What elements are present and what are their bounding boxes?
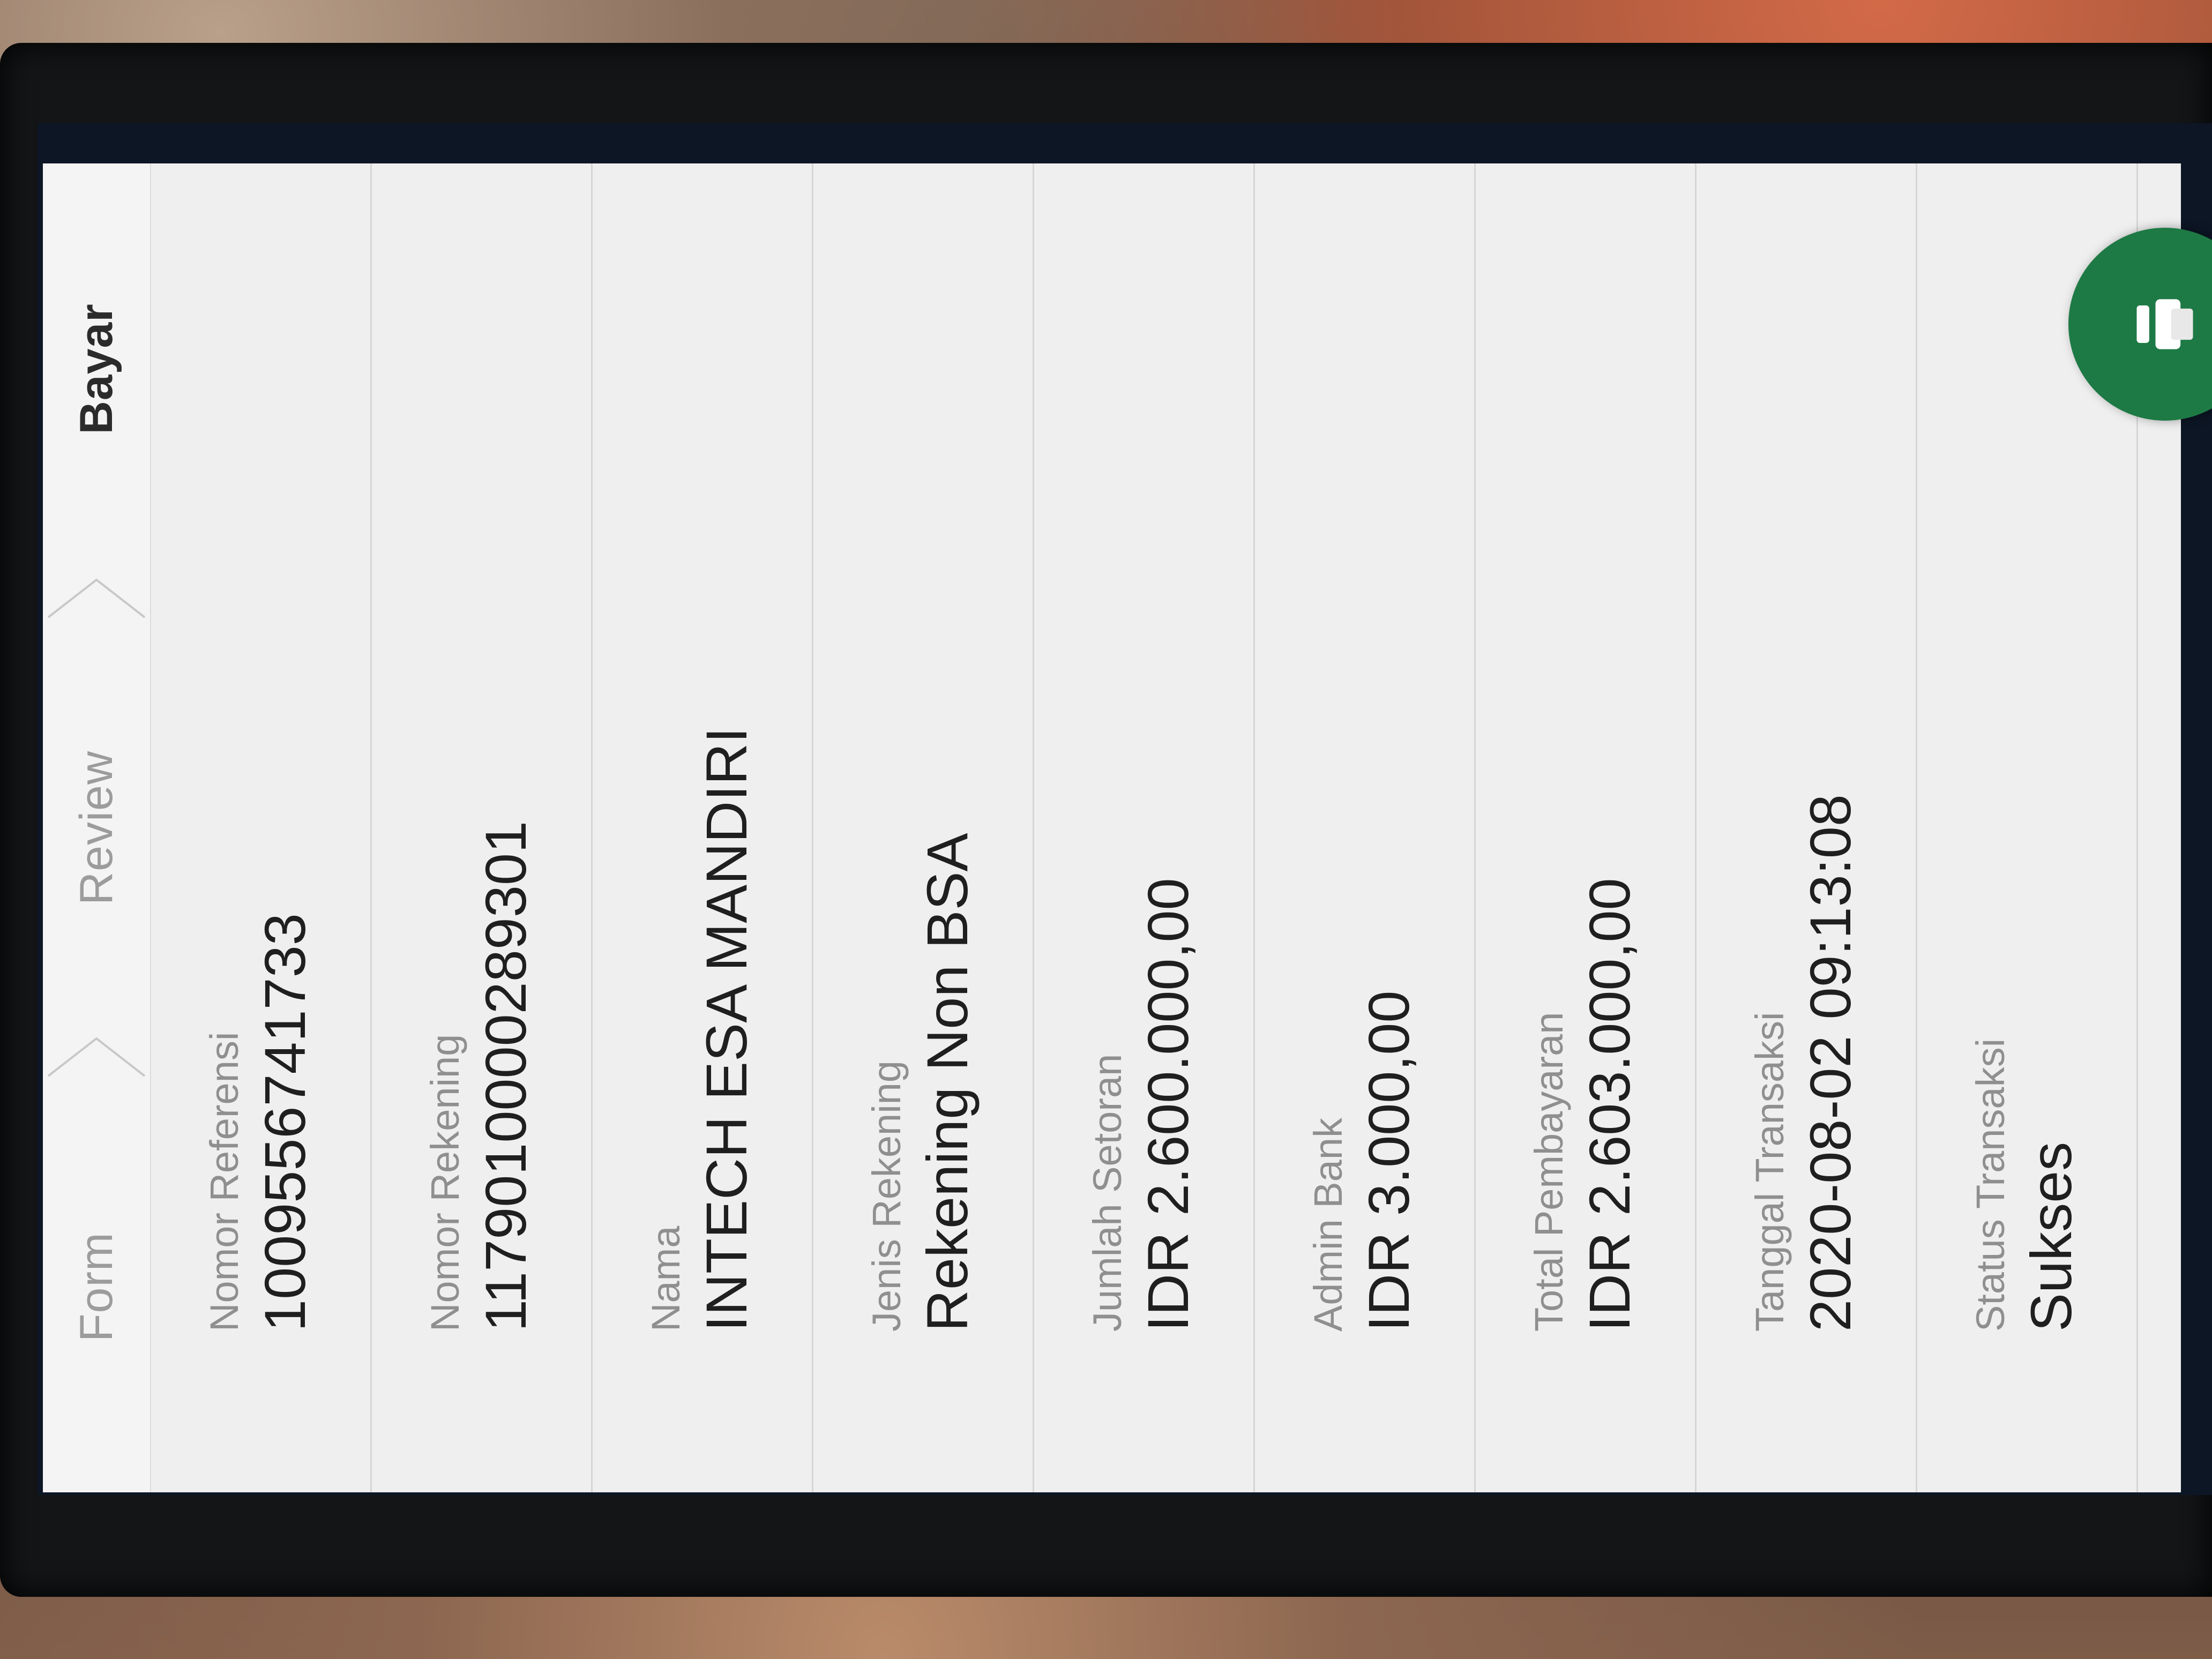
- detail-label: Admin Bank: [1306, 1118, 1350, 1332]
- detail-label: Nomor Referensi: [202, 1032, 246, 1332]
- detail-value: IDR 2.603.000,00: [1577, 878, 1642, 1332]
- detail-label: Total Pembayaran: [1527, 1012, 1571, 1332]
- detail-value: IDR 2.600.000,00: [1135, 878, 1200, 1332]
- detail-label: Tanggal Transaksi: [1747, 1012, 1792, 1332]
- detail-row-nama: Nama INTECH ESA MANDIRI: [593, 163, 813, 1492]
- app-screen: Form Review Bayar Nomor Referensi 100955…: [43, 163, 2212, 1492]
- chevron-right-icon: [43, 1033, 150, 1081]
- detail-value: 2020-08-02 09:13:08: [1798, 794, 1863, 1332]
- detail-value: 1009556741733: [252, 913, 317, 1332]
- detail-label: Nomor Rekening: [423, 1034, 467, 1332]
- detail-row-tanggal-transaksi: Tanggal Transaksi 2020-08-02 09:13:08: [1697, 163, 1917, 1492]
- detail-value: IDR 3.000,00: [1356, 990, 1421, 1332]
- step-bayar[interactable]: Bayar: [70, 163, 123, 574]
- detail-label: Jenis Rekening: [864, 1060, 909, 1332]
- detail-label: Jumlah Setoran: [1085, 1053, 1130, 1332]
- transaction-details: Nomor Referensi 1009556741733 Nomor Reke…: [151, 163, 2138, 1492]
- detail-value: 1179010000289301: [473, 820, 538, 1332]
- detail-row-jumlah-setoran: Jumlah Setoran IDR 2.600.000,00: [1034, 163, 1255, 1492]
- share-icon: [2136, 299, 2193, 349]
- detail-row-jenis-rekening: Jenis Rekening Rekening Non BSA: [813, 163, 1034, 1492]
- detail-row-admin-bank: Admin Bank IDR 3.000,00: [1255, 163, 1476, 1492]
- step-review[interactable]: Review: [70, 623, 123, 1034]
- stepper: Form Review Bayar: [43, 163, 151, 1492]
- detail-label: Nama: [644, 1225, 688, 1332]
- chevron-right-icon: [43, 574, 150, 623]
- detail-row-nomor-rekening: Nomor Rekening 1179010000289301: [372, 163, 593, 1492]
- detail-row-total-pembayaran: Total Pembayaran IDR 2.603.000,00: [1476, 163, 1697, 1492]
- detail-value: INTECH ESA MANDIRI: [694, 727, 759, 1332]
- detail-row-nomor-referensi: Nomor Referensi 1009556741733: [151, 163, 372, 1492]
- detail-label: Status Transaksi: [1968, 1038, 2013, 1332]
- detail-value: Rekening Non BSA: [915, 833, 980, 1332]
- step-form[interactable]: Form: [70, 1081, 123, 1492]
